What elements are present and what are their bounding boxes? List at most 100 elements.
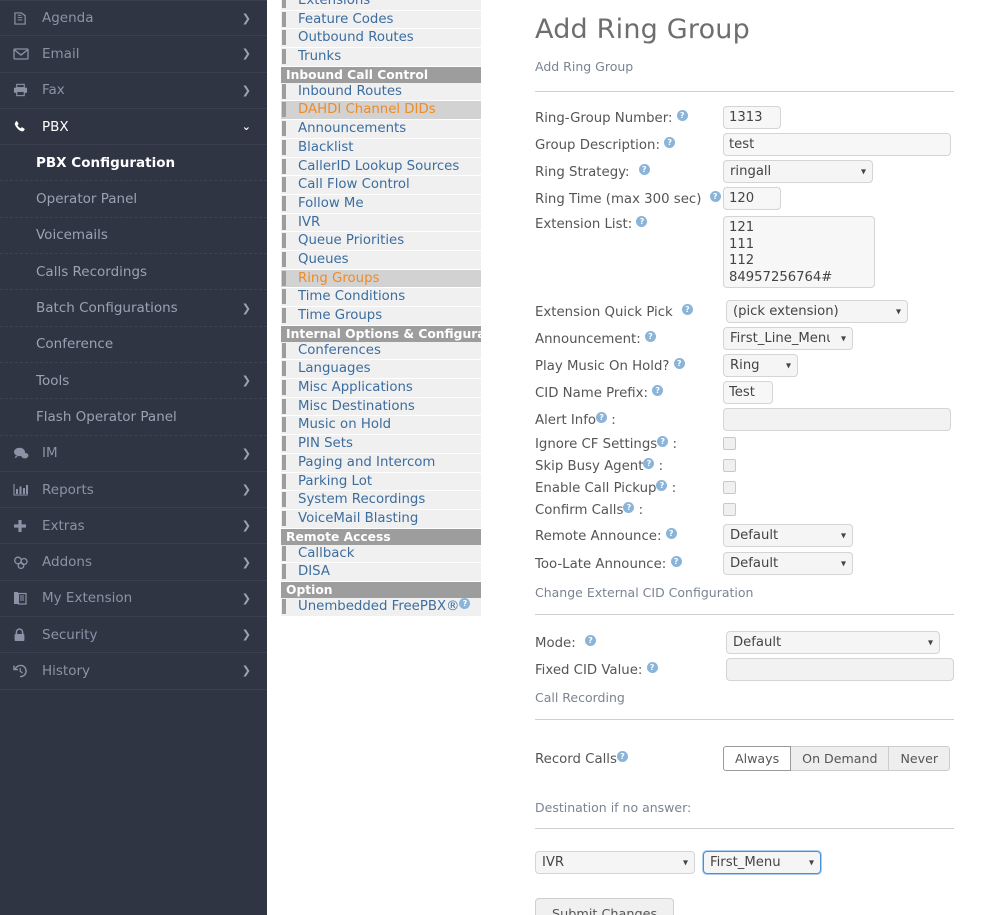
nav-link-pin-sets[interactable]: PIN Sets: [281, 435, 481, 454]
nav-link-feature-codes[interactable]: Feature Codes: [281, 11, 481, 30]
nav-link-extensions[interactable]: Extensions: [281, 0, 481, 11]
enable-call-pickup-checkbox[interactable]: [723, 481, 736, 494]
nav-link-system-recordings[interactable]: System Recordings: [281, 491, 481, 510]
destination-target-select[interactable]: First_Menu: [703, 851, 821, 874]
help-icon[interactable]: ?: [666, 528, 677, 539]
help-icon[interactable]: ?: [623, 502, 634, 513]
announcement-select[interactable]: First_Line_Menu: [723, 327, 853, 350]
skip-busy-agent-checkbox[interactable]: [723, 459, 736, 472]
nav-link-outbound-routes[interactable]: Outbound Routes: [281, 29, 481, 48]
nav-link-misc-applications[interactable]: Misc Applications: [281, 379, 481, 398]
help-icon[interactable]: ?: [671, 556, 682, 567]
help-icon[interactable]: ?: [652, 385, 663, 396]
help-icon[interactable]: ?: [643, 458, 654, 469]
record-calls-option-on-demand[interactable]: On Demand: [790, 746, 889, 771]
sidebar-subitem-pbx-configuration[interactable]: PBX Configuration: [0, 145, 267, 181]
help-icon[interactable]: ?: [585, 635, 596, 646]
sidebar-item-addons[interactable]: Addons❯: [0, 544, 267, 580]
help-icon[interactable]: ?: [664, 137, 675, 148]
nav-link-conferences[interactable]: Conferences: [281, 342, 481, 361]
ring-group-number-input[interactable]: [723, 106, 781, 129]
nav-link-label: Paging and Intercom: [298, 455, 435, 470]
nav-link-languages[interactable]: Languages: [281, 360, 481, 379]
help-icon[interactable]: ?: [677, 110, 688, 121]
nav-link-disa[interactable]: DISA: [281, 563, 481, 582]
sidebar-subitem-conference[interactable]: Conference: [0, 327, 267, 363]
record-calls-option-always[interactable]: Always: [723, 746, 791, 771]
cid-name-prefix-input[interactable]: [723, 381, 773, 404]
help-icon[interactable]: ?: [647, 662, 658, 673]
sidebar-item-my-extension[interactable]: My Extension❯: [0, 581, 267, 617]
sidebar-subitem-flash-operator-panel[interactable]: Flash Operator Panel: [0, 399, 267, 435]
sidebar-subitem-calls-recordings[interactable]: Calls Recordings: [0, 254, 267, 290]
help-icon[interactable]: ?: [636, 216, 647, 227]
sidebar-subitem-batch-configurations[interactable]: Batch Configurations❯: [0, 290, 267, 326]
sidebar-item-pbx[interactable]: PBX⌄: [0, 109, 267, 145]
help-icon[interactable]: ?: [596, 412, 607, 423]
help-icon[interactable]: ?: [645, 331, 656, 342]
help-icon[interactable]: ?: [657, 436, 668, 447]
remote-announce-select[interactable]: Default: [723, 524, 853, 547]
help-icon[interactable]: ?: [656, 480, 667, 491]
label-group-description: Group Description: ?: [535, 137, 723, 153]
help-icon[interactable]: ?: [710, 191, 721, 202]
confirm-calls-checkbox[interactable]: [723, 503, 736, 516]
nav-link-callback[interactable]: Callback: [281, 545, 481, 564]
nav-link-queue-priorities[interactable]: Queue Priorities: [281, 232, 481, 251]
extension-quick-pick-select[interactable]: (pick extension): [726, 300, 908, 323]
nav-link-queues[interactable]: Queues: [281, 251, 481, 270]
sidebar-item-fax[interactable]: Fax❯: [0, 73, 267, 109]
nav-link-trunks[interactable]: Trunks: [281, 48, 481, 67]
label-ring-group-number: Ring-Group Number: ?: [535, 110, 723, 126]
sidebar-item-agenda[interactable]: Agenda❯: [0, 0, 267, 36]
nav-link-announcements[interactable]: Announcements: [281, 120, 481, 139]
play-music-on-hold-select[interactable]: Ring: [723, 354, 798, 377]
fixed-cid-value-input[interactable]: [726, 658, 954, 681]
destination-type-select[interactable]: IVR: [535, 851, 695, 874]
sidebar-item-extras[interactable]: Extras❯: [0, 508, 267, 544]
nav-link-paging-and-intercom[interactable]: Paging and Intercom: [281, 454, 481, 473]
extension-list-textarea[interactable]: 121 111 112 84957256764#: [723, 216, 875, 288]
sidebar-item-im[interactable]: IM❯: [0, 436, 267, 472]
nav-link-voicemail-blasting[interactable]: VoiceMail Blasting: [281, 510, 481, 529]
sidebar-item-security[interactable]: Security❯: [0, 617, 267, 653]
nav-link-unembedded-freepbx[interactable]: Unembedded FreePBX®?: [281, 598, 481, 617]
nav-link-callerid-lookup-sources[interactable]: CallerID Lookup Sources: [281, 158, 481, 177]
nav-link-blacklist[interactable]: Blacklist: [281, 139, 481, 158]
sidebar-item-history[interactable]: History❯: [0, 653, 267, 689]
nav-link-dahdi-channel-dids[interactable]: DAHDI Channel DIDs: [281, 101, 481, 120]
nav-link-inbound-routes[interactable]: Inbound Routes: [281, 83, 481, 102]
label-fixed-cid-value: Fixed CID Value: ?: [535, 662, 723, 678]
alert-info-input[interactable]: [723, 408, 951, 431]
nav-link-misc-destinations[interactable]: Misc Destinations: [281, 398, 481, 417]
sidebar-item-reports[interactable]: Reports❯: [0, 472, 267, 508]
chevron-icon: ❯: [242, 12, 251, 25]
change-external-cid-link[interactable]: Change External CID Configuration: [535, 585, 992, 600]
sidebar-item-email[interactable]: Email❯: [0, 36, 267, 72]
sidebar-subitem-operator-panel[interactable]: Operator Panel: [0, 181, 267, 217]
submit-changes-button[interactable]: Submit Changes: [535, 898, 674, 915]
nav-link-parking-lot[interactable]: Parking Lot: [281, 473, 481, 492]
nav-link-ring-groups[interactable]: Ring Groups: [281, 270, 481, 289]
nav-link-music-on-hold[interactable]: Music on Hold: [281, 416, 481, 435]
help-icon[interactable]: ?: [459, 598, 470, 609]
ring-strategy-select[interactable]: ringall: [723, 160, 873, 183]
help-icon[interactable]: ?: [682, 304, 693, 315]
nav-link-time-groups[interactable]: Time Groups: [281, 307, 481, 326]
nav-link-call-flow-control[interactable]: Call Flow Control: [281, 176, 481, 195]
sidebar-subitem-tools[interactable]: Tools❯: [0, 363, 267, 399]
ring-time-input[interactable]: [723, 187, 781, 210]
ignore-cf-settings-checkbox[interactable]: [723, 437, 736, 450]
too-late-announce-select[interactable]: Default: [723, 552, 853, 575]
sidebar-subitem-voicemails[interactable]: Voicemails: [0, 218, 267, 254]
nav-link-follow-me[interactable]: Follow Me: [281, 195, 481, 214]
help-icon[interactable]: ?: [674, 358, 685, 369]
help-icon[interactable]: ?: [617, 751, 628, 762]
record-calls-option-never[interactable]: Never: [888, 746, 950, 771]
call-recording-link[interactable]: Call Recording: [535, 690, 992, 705]
group-description-input[interactable]: [723, 133, 951, 156]
nav-link-ivr[interactable]: IVR: [281, 214, 481, 233]
nav-link-time-conditions[interactable]: Time Conditions: [281, 288, 481, 307]
help-icon[interactable]: ?: [639, 164, 650, 175]
mode-select[interactable]: Default: [726, 631, 940, 654]
